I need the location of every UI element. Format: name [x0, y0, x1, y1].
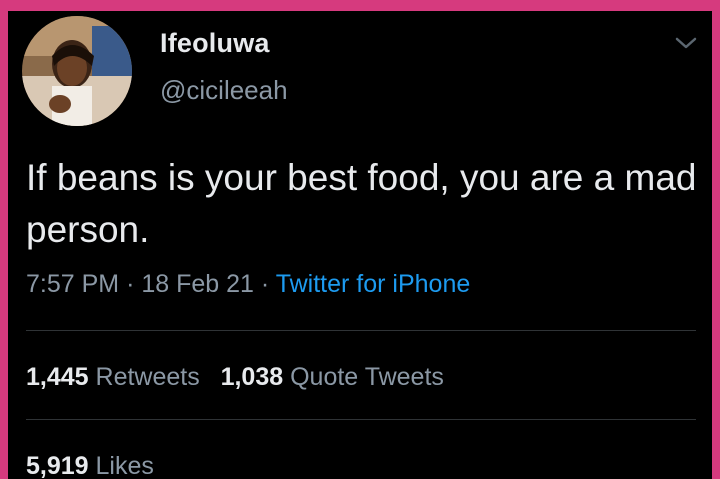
tweet-time[interactable]: 7:57 PM	[26, 270, 119, 298]
quotes-count: 1,038	[220, 363, 284, 391]
divider	[26, 330, 696, 331]
likes-count: 5,919	[26, 452, 89, 479]
likes-label: Likes	[95, 452, 154, 479]
retweets-count: 1,445	[26, 363, 89, 391]
display-name[interactable]: Ifeoluwa	[160, 28, 270, 59]
quote-tweets-stat[interactable]: 1,038 Quote Tweets	[221, 363, 444, 391]
avatar[interactable]	[22, 16, 132, 126]
avatar-photo	[22, 16, 132, 126]
tweet-meta: 7:57 PM · 18 Feb 21 · Twitter for iPhone	[26, 270, 470, 299]
chevron-down-icon[interactable]	[672, 29, 700, 57]
quotes-label: Quote Tweets	[290, 363, 444, 391]
meta-separator: ·	[260, 270, 270, 298]
user-handle[interactable]: @cicileeah	[160, 75, 288, 106]
divider	[26, 419, 696, 420]
likes-stats: 5,919 Likes	[26, 452, 154, 479]
tweet-card: Ifeoluwa @cicileeah If beans is your bes…	[8, 11, 712, 479]
retweets-stat[interactable]: 1,445 Retweets	[26, 363, 200, 391]
likes-stat[interactable]: 5,919 Likes	[26, 452, 154, 479]
retweets-label: Retweets	[95, 363, 200, 391]
engagement-stats: 1,445 Retweets 1,038 Quote Tweets	[26, 363, 444, 392]
tweet-date[interactable]: 18 Feb 21	[141, 270, 254, 298]
tweet-source-link[interactable]: Twitter for iPhone	[276, 270, 471, 298]
tweet-text: If beans is your best food, you are a ma…	[26, 157, 697, 250]
meta-separator: ·	[126, 270, 135, 298]
